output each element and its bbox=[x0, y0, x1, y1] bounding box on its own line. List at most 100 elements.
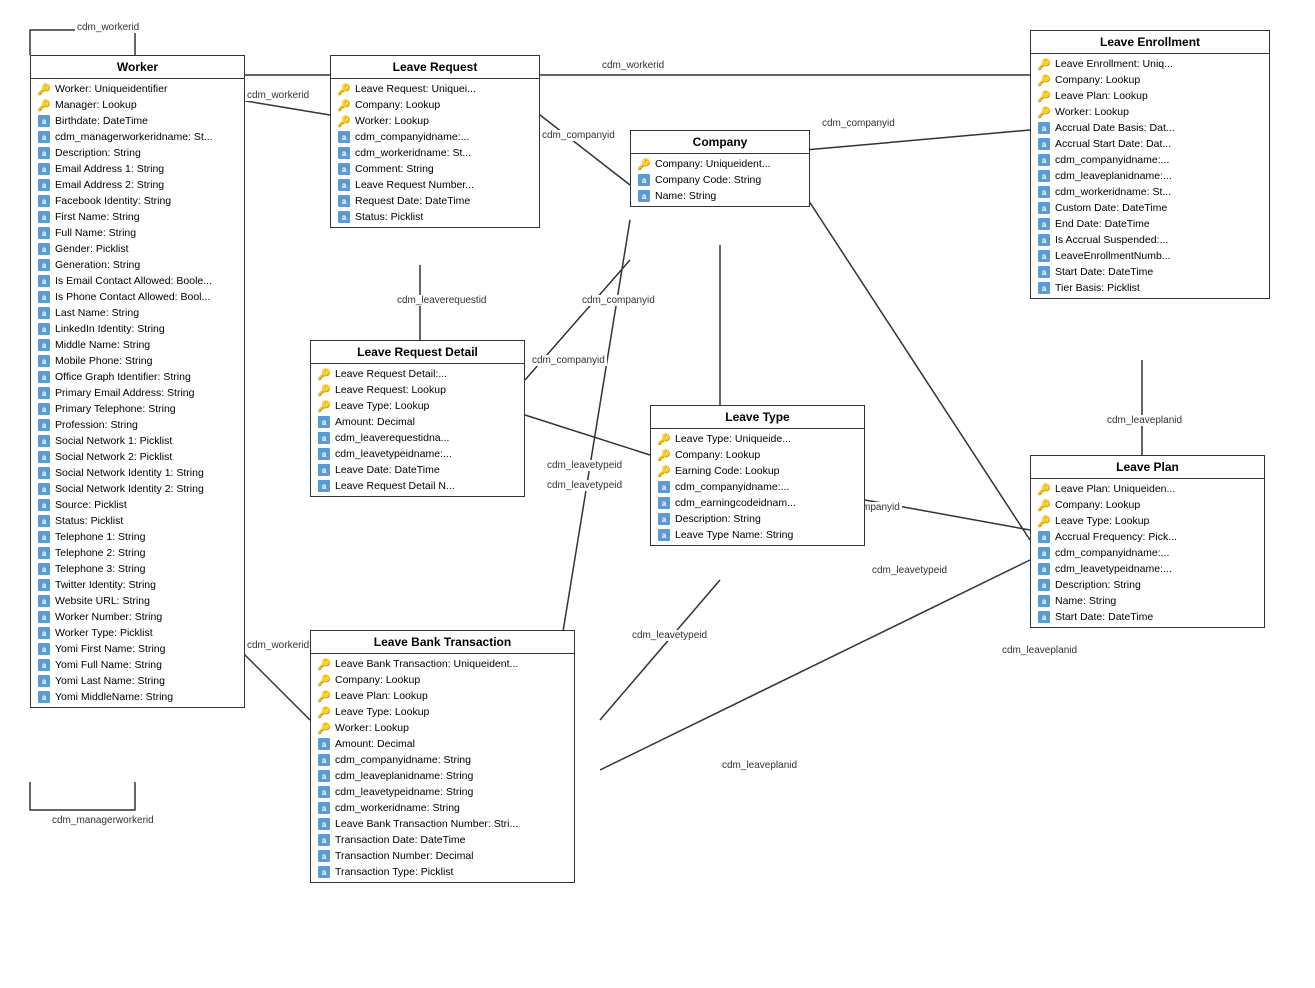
key-gray-icon: 🔑 bbox=[1037, 498, 1051, 512]
field-row: aGeneration: String bbox=[31, 257, 244, 273]
field-icon: a bbox=[37, 146, 51, 160]
field-row: acdm_leaverequestidna... bbox=[311, 430, 524, 446]
field-icon: a bbox=[1037, 169, 1051, 183]
field-icon: a bbox=[37, 338, 51, 352]
label-cdm-leaveplanid-lbt: cdm_leaveplanid bbox=[720, 760, 799, 771]
field-row: 🔑Leave Plan: Lookup bbox=[311, 688, 574, 704]
field-row: acdm_workeridname: String bbox=[311, 800, 574, 816]
label-cdm-companyid-lr: cdm_companyid bbox=[540, 130, 617, 141]
field-row: aPrimary Email Address: String bbox=[31, 385, 244, 401]
field-row: aSocial Network Identity 1: String bbox=[31, 465, 244, 481]
entity-leave-enrollment-title: Leave Enrollment bbox=[1031, 31, 1269, 54]
field-icon: a bbox=[1037, 265, 1051, 279]
field-icon: a bbox=[317, 447, 331, 461]
field-row: aStart Date: DateTime bbox=[1031, 264, 1269, 280]
field-icon: a bbox=[317, 801, 331, 815]
field-row: aLinkedIn Identity: String bbox=[31, 321, 244, 337]
label-cdm-leavetypeid-lp: cdm_leavetypeid bbox=[870, 565, 949, 576]
field-row: aTelephone 3: String bbox=[31, 561, 244, 577]
field-icon: a bbox=[37, 322, 51, 336]
field-row: 🔑Leave Request Detail:... bbox=[311, 366, 524, 382]
entity-leave-type: Leave Type 🔑Leave Type: Uniqueide... 🔑Co… bbox=[650, 405, 865, 546]
field-icon: a bbox=[37, 370, 51, 384]
field-row: 🔑Worker: Uniqueidentifier bbox=[31, 81, 244, 97]
field-row: aDescription: String bbox=[651, 511, 864, 527]
entity-company-fields: 🔑Company: Uniqueident... aCompany Code: … bbox=[631, 154, 809, 206]
field-icon: a bbox=[657, 480, 671, 494]
field-row: 🔑Worker: Lookup bbox=[311, 720, 574, 736]
field-row: acdm_leavetypeidname:... bbox=[311, 446, 524, 462]
field-row: 🔑Worker: Lookup bbox=[1031, 104, 1269, 120]
field-row: aSocial Network 2: Picklist bbox=[31, 449, 244, 465]
field-icon: a bbox=[37, 690, 51, 704]
label-cdm-workerid-top: cdm_workerid bbox=[75, 22, 141, 33]
field-icon: a bbox=[37, 626, 51, 640]
key-gray-icon: 🔑 bbox=[317, 705, 331, 719]
field-icon: a bbox=[657, 512, 671, 526]
field-row: aAccrual Start Date: Dat... bbox=[1031, 136, 1269, 152]
entity-leave-type-fields: 🔑Leave Type: Uniqueide... 🔑Company: Look… bbox=[651, 429, 864, 545]
field-icon: a bbox=[37, 162, 51, 176]
field-icon: a bbox=[1037, 546, 1051, 560]
entity-leave-plan-title: Leave Plan bbox=[1031, 456, 1264, 479]
field-row: aFull Name: String bbox=[31, 225, 244, 241]
field-icon: a bbox=[657, 496, 671, 510]
field-row: aStart Date: DateTime bbox=[1031, 609, 1264, 625]
label-cdm-leavetypeid2: cdm_leavetypeid bbox=[545, 480, 624, 491]
field-row: aTransaction Number: Decimal bbox=[311, 848, 574, 864]
key-gray-icon: 🔑 bbox=[1037, 73, 1051, 87]
field-row: aDescription: String bbox=[31, 145, 244, 161]
field-row: aBirthdate: DateTime bbox=[31, 113, 244, 129]
field-row: aWebsite URL: String bbox=[31, 593, 244, 609]
field-row: aAccrual Frequency: Pick... bbox=[1031, 529, 1264, 545]
field-icon: a bbox=[317, 431, 331, 445]
key-gray-icon: 🔑 bbox=[317, 399, 331, 413]
field-row: aFacebook Identity: String bbox=[31, 193, 244, 209]
field-row: 🔑Leave Type: Lookup bbox=[311, 398, 524, 414]
field-row: 🔑Worker: Lookup bbox=[331, 113, 539, 129]
key-gray-icon: 🔑 bbox=[317, 673, 331, 687]
entity-leave-request-detail: Leave Request Detail 🔑Leave Request Deta… bbox=[310, 340, 525, 497]
field-row: acdm_companyidname:... bbox=[331, 129, 539, 145]
field-icon: a bbox=[37, 498, 51, 512]
entity-leave-bank-transaction-title: Leave Bank Transaction bbox=[311, 631, 574, 654]
field-row: aYomi First Name: String bbox=[31, 641, 244, 657]
entity-worker: Worker 🔑Worker: Uniqueidentifier 🔑Manage… bbox=[30, 55, 245, 708]
field-row: aIs Email Contact Allowed: Boole... bbox=[31, 273, 244, 289]
field-row: aDescription: String bbox=[1031, 577, 1264, 593]
field-row: 🔑Leave Bank Transaction: Uniqueident... bbox=[311, 656, 574, 672]
field-row: 🔑Leave Request: Uniquei... bbox=[331, 81, 539, 97]
field-row: aYomi MiddleName: String bbox=[31, 689, 244, 705]
field-icon: a bbox=[317, 849, 331, 863]
label-cdm-leaveplanid-lp: cdm_leaveplanid bbox=[1000, 645, 1079, 656]
entity-worker-title: Worker bbox=[31, 56, 244, 79]
field-icon: a bbox=[337, 162, 351, 176]
entity-leave-bank-transaction-fields: 🔑Leave Bank Transaction: Uniqueident... … bbox=[311, 654, 574, 882]
field-row: aAccrual Date Basis: Dat... bbox=[1031, 120, 1269, 136]
entity-leave-request-detail-fields: 🔑Leave Request Detail:... 🔑Leave Request… bbox=[311, 364, 524, 496]
key-gold-icon: 🔑 bbox=[1037, 57, 1051, 71]
field-row: aMiddle Name: String bbox=[31, 337, 244, 353]
field-icon: a bbox=[37, 450, 51, 464]
field-icon: a bbox=[317, 737, 331, 751]
field-row: aMobile Phone: String bbox=[31, 353, 244, 369]
field-icon: a bbox=[1037, 594, 1051, 608]
field-row: aLeave Date: DateTime bbox=[311, 462, 524, 478]
entity-worker-fields: 🔑Worker: Uniqueidentifier 🔑Manager: Look… bbox=[31, 79, 244, 707]
entity-company-title: Company bbox=[631, 131, 809, 154]
field-row: aEnd Date: DateTime bbox=[1031, 216, 1269, 232]
field-row: aEmail Address 1: String bbox=[31, 161, 244, 177]
field-row: acdm_companyidname:... bbox=[1031, 545, 1264, 561]
field-row: aTelephone 2: String bbox=[31, 545, 244, 561]
field-row: acdm_leavetypeidname: String bbox=[311, 784, 574, 800]
field-row: aIs Accrual Suspended:... bbox=[1031, 232, 1269, 248]
field-row: 🔑Manager: Lookup bbox=[31, 97, 244, 113]
label-cdm-leaverequestid: cdm_leaverequestid bbox=[395, 295, 489, 306]
key-gold-icon: 🔑 bbox=[317, 657, 331, 671]
entity-leave-request-detail-title: Leave Request Detail bbox=[311, 341, 524, 364]
key-gold-icon: 🔑 bbox=[1037, 482, 1051, 496]
entity-leave-enrollment-fields: 🔑Leave Enrollment: Uniq... 🔑Company: Loo… bbox=[1031, 54, 1269, 298]
field-row: 🔑Leave Enrollment: Uniq... bbox=[1031, 56, 1269, 72]
field-row: aWorker Number: String bbox=[31, 609, 244, 625]
field-icon: a bbox=[637, 189, 651, 203]
